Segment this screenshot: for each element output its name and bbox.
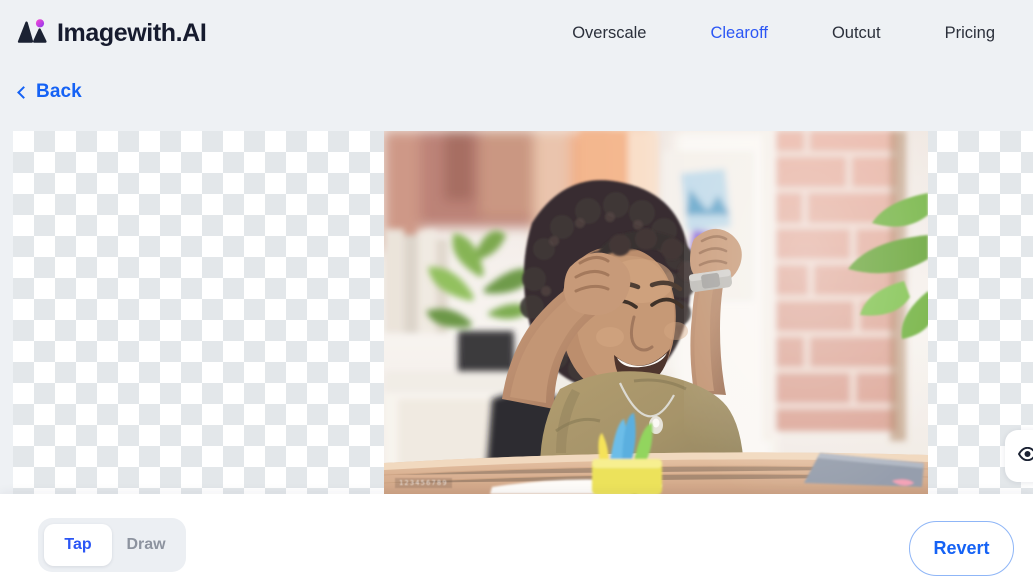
nav-item-pricing[interactable]: Pricing [913, 16, 1027, 51]
image-watermark: 123456789 [395, 478, 452, 488]
mode-tab-draw[interactable]: Draw [112, 524, 180, 566]
edit-mode-switch: Tap Draw [38, 518, 186, 572]
app-root: Imagewith.AI Overscale Clearoff Outcut P… [0, 0, 1033, 587]
app-header: Imagewith.AI Overscale Clearoff Outcut P… [0, 0, 1033, 66]
back-row: Back [0, 66, 1033, 118]
brand-name: Imagewith.AI [57, 18, 207, 47]
preview-toggle-button[interactable] [1005, 430, 1033, 482]
image-canvas[interactable]: 123456789 [13, 131, 1033, 494]
mode-tab-tap[interactable]: Tap [44, 524, 112, 566]
back-button[interactable]: Back [17, 81, 82, 103]
bottom-toolbar: Tap Draw [0, 494, 1033, 587]
nav-item-outcut[interactable]: Outcut [800, 16, 913, 51]
revert-button[interactable]: Revert [909, 521, 1014, 576]
nav-item-clearoff[interactable]: Clearoff [678, 16, 799, 51]
nav-item-overscale[interactable]: Overscale [540, 16, 678, 51]
back-button-label: Back [36, 81, 82, 102]
eye-icon [1017, 446, 1033, 466]
chevron-left-icon [17, 86, 30, 99]
edited-image[interactable]: 123456789 [384, 131, 928, 494]
main-nav: Overscale Clearoff Outcut Pricing [540, 16, 1033, 51]
mountains-logo-icon [17, 18, 48, 48]
brand-logo[interactable]: Imagewith.AI [17, 18, 207, 48]
